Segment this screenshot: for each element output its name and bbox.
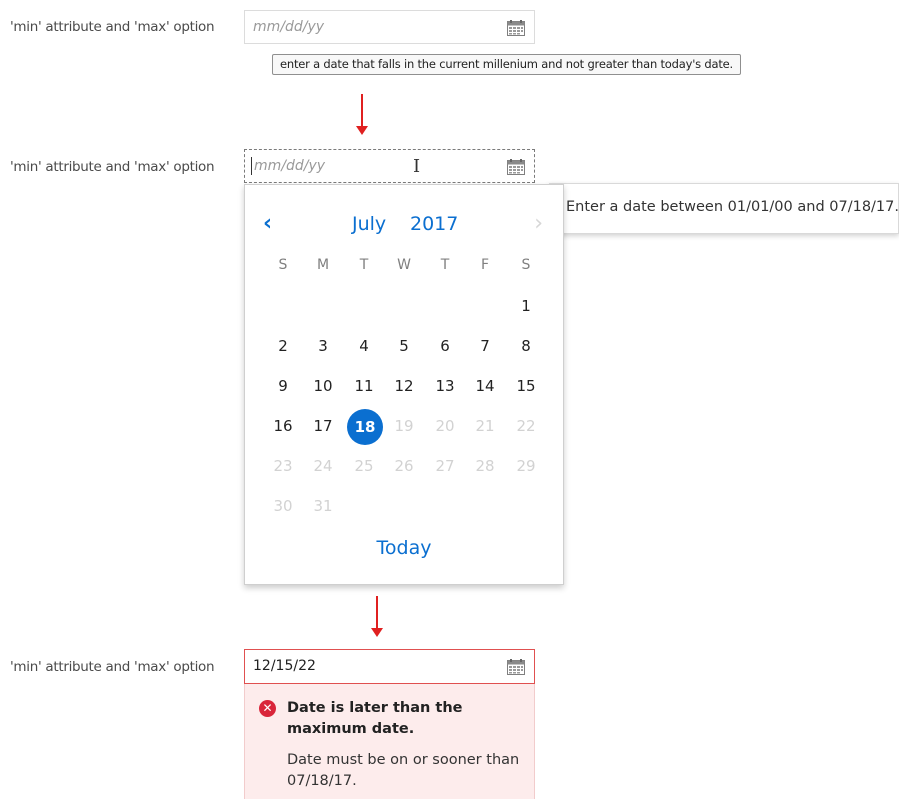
calendar-day[interactable]: 8 — [509, 329, 543, 363]
down-arrow-icon — [356, 94, 368, 136]
calendar-day-disabled: 28 — [475, 457, 495, 475]
date-input-3[interactable]: 12/15/22 — [244, 649, 535, 684]
chevron-right-icon: › — [534, 211, 543, 236]
error-message-box: ✕ Date is later than the maximum date. D… — [244, 684, 535, 799]
calendar-day-disabled: 31 — [313, 497, 333, 515]
calendar-day[interactable]: 14 — [468, 369, 502, 403]
weekday-header: T — [440, 257, 450, 273]
text-cursor-icon: I — [413, 156, 421, 177]
calendar-day-disabled: 23 — [273, 457, 293, 475]
calendar-day[interactable]: 6 — [428, 329, 462, 363]
date-placeholder: mm/dd/yy — [254, 158, 326, 174]
calendar-month[interactable]: July — [352, 213, 386, 235]
field-label-3: 'min' attribute and 'max' option — [10, 659, 215, 675]
weekday-header: T — [359, 257, 369, 273]
weekday-header: S — [278, 257, 288, 273]
date-value: 12/15/22 — [253, 658, 316, 674]
range-hint-popup: Enter a date between 01/01/00 and 07/18/… — [549, 183, 899, 234]
calendar-day[interactable]: 16 — [266, 409, 300, 443]
calendar-icon[interactable] — [507, 659, 525, 675]
calendar-day-disabled: 20 — [435, 417, 455, 435]
calendar-year[interactable]: 2017 — [410, 213, 458, 235]
calendar-day[interactable]: 17 — [306, 409, 340, 443]
title-tooltip: enter a date that falls in the current m… — [272, 54, 741, 75]
calendar-day[interactable]: 1 — [509, 289, 543, 323]
calendar-day-disabled: 19 — [394, 417, 414, 435]
weekday-header: M — [316, 257, 330, 273]
calendar-day-disabled: 30 — [273, 497, 293, 515]
calendar-icon[interactable] — [507, 159, 525, 175]
calendar-day[interactable]: 5 — [387, 329, 421, 363]
weekday-header: W — [397, 257, 411, 273]
calendar-day[interactable]: 7 — [468, 329, 502, 363]
calendar-day-disabled: 27 — [435, 457, 455, 475]
calendar-day[interactable]: 2 — [266, 329, 300, 363]
field-label-1: 'min' attribute and 'max' option — [10, 19, 215, 35]
error-icon: ✕ — [259, 700, 276, 717]
weekday-header: S — [521, 257, 531, 273]
calendar-day[interactable]: 4 — [347, 329, 381, 363]
weekday-header: F — [480, 257, 490, 273]
date-input-1[interactable]: mm/dd/yy — [244, 10, 535, 44]
text-caret — [251, 157, 252, 175]
calendar-day[interactable]: 9 — [266, 369, 300, 403]
calendar-day-selected[interactable]: 18 — [347, 409, 383, 445]
down-arrow-icon — [371, 596, 383, 638]
calendar-day[interactable]: 3 — [306, 329, 340, 363]
calendar-day[interactable]: 15 — [509, 369, 543, 403]
error-detail: Date must be on or sooner than 07/18/17. — [287, 752, 520, 789]
date-input-2[interactable]: mm/dd/yy I — [244, 149, 535, 183]
calendar-day[interactable]: 13 — [428, 369, 462, 403]
today-button[interactable]: Today — [245, 537, 563, 559]
calendar-day-disabled: 25 — [354, 457, 374, 475]
calendar-day-disabled: 21 — [475, 417, 495, 435]
calendar-day-disabled: 24 — [313, 457, 333, 475]
calendar-day[interactable]: 12 — [387, 369, 421, 403]
calendar-popup: ‹ July 2017 › S M T W T F S 1 2 3 4 5 6 … — [244, 184, 564, 585]
calendar-icon[interactable] — [507, 20, 525, 36]
chevron-left-icon[interactable]: ‹ — [263, 211, 272, 236]
date-placeholder: mm/dd/yy — [253, 19, 325, 35]
field-label-2: 'min' attribute and 'max' option — [10, 159, 215, 175]
calendar-day-disabled: 22 — [516, 417, 536, 435]
calendar-day-disabled: 26 — [394, 457, 414, 475]
error-title: Date is later than the maximum date. — [287, 700, 463, 737]
calendar-day[interactable]: 10 — [306, 369, 340, 403]
calendar-day[interactable]: 11 — [347, 369, 381, 403]
calendar-day-disabled: 29 — [516, 457, 536, 475]
